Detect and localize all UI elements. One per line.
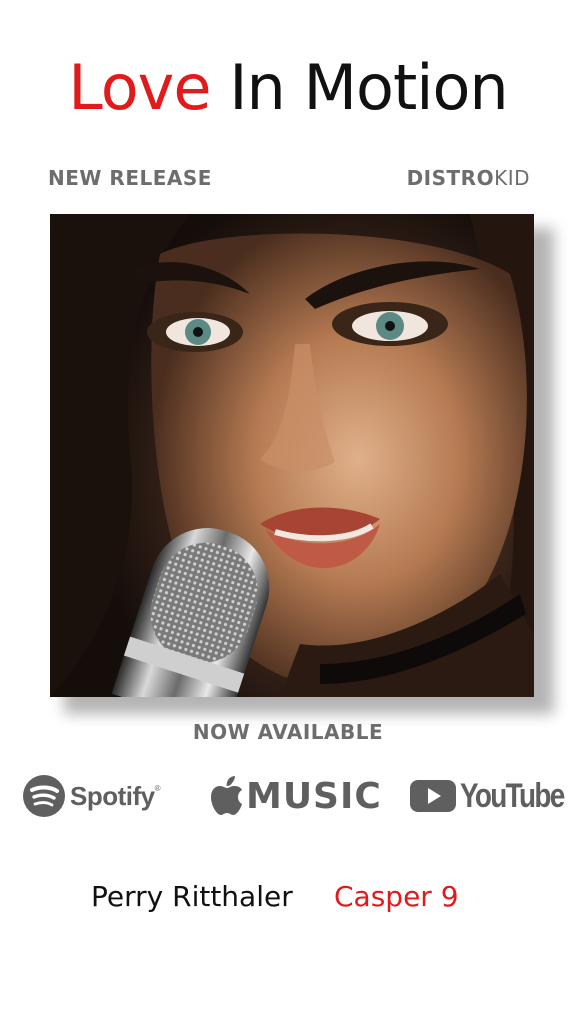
new-release-label: NEW RELEASE — [48, 166, 212, 190]
pupil-left — [193, 327, 203, 337]
label-row: NEW RELEASE DISTROKID — [48, 166, 530, 192]
title-word-love: Love — [68, 51, 211, 124]
credits: Perry Ritthaler Casper 9 — [0, 880, 576, 920]
title-word-in-motion: In Motion — [229, 51, 508, 124]
cover-illustration — [50, 214, 534, 697]
youtube-play-icon — [410, 780, 456, 812]
distrokid-logo: DISTROKID — [407, 166, 530, 190]
pupil-right — [385, 321, 395, 331]
spotify-logo[interactable]: Spotify ® — [22, 770, 161, 822]
cover-art — [50, 214, 534, 697]
song-title: Love In Motion — [0, 52, 576, 124]
streaming-platforms: Spotify ® MUSIC YouTube — [0, 770, 576, 822]
apple-music-logo[interactable]: MUSIC — [210, 770, 382, 822]
distrokid-light: KID — [494, 166, 530, 190]
apple-icon — [211, 776, 242, 815]
spotify-label: Spotify — [70, 780, 155, 811]
youtube-label: YouTube — [460, 776, 565, 815]
apple-music-label: MUSIC — [246, 775, 382, 817]
spotify-icon — [23, 775, 65, 817]
distrokid-bold: DISTRO — [406, 166, 495, 190]
collaborator-name: Casper 9 — [334, 880, 459, 913]
now-available-label: NOW AVAILABLE — [192, 720, 384, 744]
spotify-trademark: ® — [154, 784, 161, 793]
artist-name: Perry Ritthaler — [91, 880, 293, 913]
youtube-logo[interactable]: YouTube — [410, 770, 576, 822]
